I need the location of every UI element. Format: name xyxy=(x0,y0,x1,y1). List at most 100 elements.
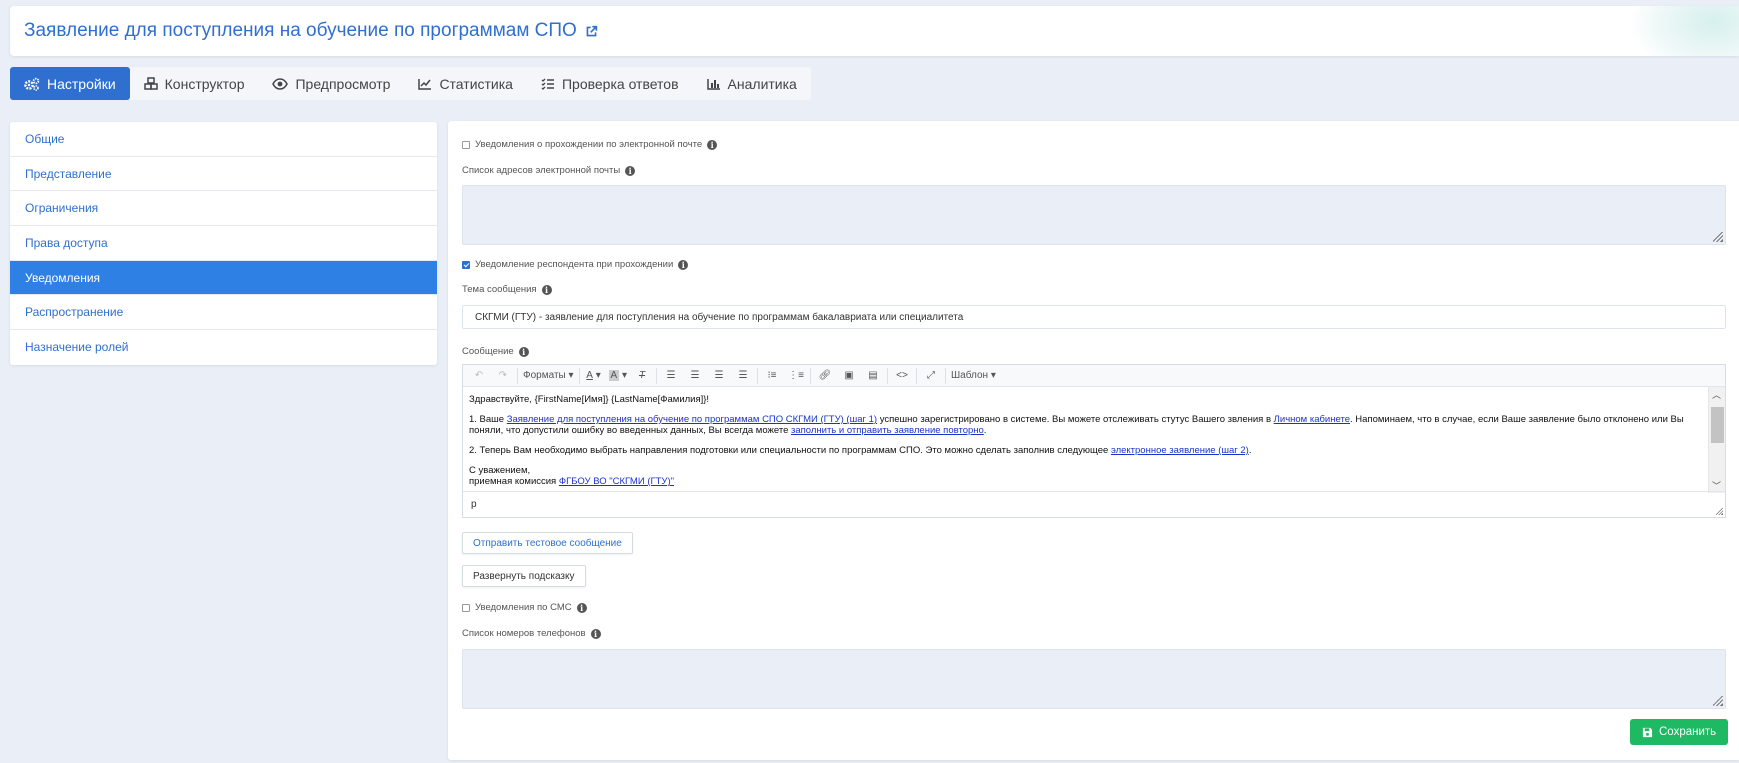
redo-icon[interactable]: ↷ xyxy=(491,365,515,387)
toolbar-separator xyxy=(916,367,918,384)
sidebar-item-role-assignment[interactable]: Назначение ролей xyxy=(10,330,437,365)
email-list-label-row: Список адресов электронной почты i xyxy=(462,165,636,176)
sidebar-item-access-rights[interactable]: Права доступа xyxy=(10,226,437,261)
info-icon[interactable]: i xyxy=(576,602,587,613)
fullscreen-icon[interactable]: ⤢ xyxy=(919,365,943,387)
eye-icon xyxy=(272,77,289,90)
info-icon[interactable]: i xyxy=(625,165,636,176)
message-paragraph-1: 1. Ваше Заявление для поступления на обу… xyxy=(469,414,1707,436)
link-icon[interactable]: 🔗︎ xyxy=(813,365,837,387)
clear-format-icon[interactable]: T xyxy=(630,365,654,387)
editor-scrollbar[interactable]: ︿ ﹀ xyxy=(1708,387,1725,493)
scrollbar-thumb[interactable] xyxy=(1711,407,1724,443)
tab-statistics[interactable]: Статистика xyxy=(404,67,527,100)
send-test-message-button[interactable]: Отправить тестовое сообщение xyxy=(462,532,633,554)
toolbar-separator xyxy=(757,367,759,384)
formats-dropdown[interactable]: Форматы ▾ xyxy=(520,365,577,387)
info-icon[interactable]: i xyxy=(541,284,552,295)
tab-label: Аналитика xyxy=(727,75,797,92)
tab-preview[interactable]: Предпросмотр xyxy=(258,67,404,100)
info-icon[interactable]: i xyxy=(707,139,718,150)
info-icon[interactable]: i xyxy=(590,628,601,639)
tab-settings[interactable]: Настройки xyxy=(10,67,130,100)
toolbar-separator xyxy=(887,367,889,384)
sidebar-item-general[interactable]: Общие xyxy=(10,122,437,157)
text-span: . xyxy=(1248,445,1252,456)
message-label: Сообщение xyxy=(462,346,514,357)
email-list-textarea[interactable] xyxy=(462,185,1726,245)
tab-answer-check[interactable]: Проверка ответов xyxy=(527,67,693,100)
floppy-disk-icon xyxy=(1642,727,1653,737)
text-span: 2. Теперь Вам необходимо выбрать направл… xyxy=(469,445,1111,456)
sidebar-item-distribution[interactable]: Распространение xyxy=(10,295,437,331)
sms-notify-checkbox[interactable] xyxy=(462,603,470,612)
tab-label: Проверка ответов xyxy=(561,75,679,92)
resubmit-link[interactable]: заполнить и отправить заявление повторно xyxy=(791,425,984,436)
numbered-list-icon[interactable]: ⋮≡ xyxy=(784,365,808,387)
template-label: Шаблон xyxy=(951,370,989,381)
element-path[interactable]: p xyxy=(471,499,477,510)
external-link-icon[interactable] xyxy=(585,25,598,38)
info-icon[interactable]: i xyxy=(518,346,529,357)
bullet-list-icon[interactable]: ⁝≡ xyxy=(760,365,784,387)
align-justify-icon[interactable]: ☰ xyxy=(731,365,755,387)
save-button[interactable]: Сохранить xyxy=(1630,719,1729,745)
respondent-notify-checkbox[interactable] xyxy=(462,260,470,269)
resize-handle[interactable] xyxy=(1713,232,1723,242)
notifications-panel: Уведомления о прохождении по электронной… xyxy=(448,121,1739,760)
sidebar-item-restrictions[interactable]: Ограничения xyxy=(10,191,437,227)
email-list-label: Список адресов электронной почты xyxy=(462,165,621,176)
header-decoration xyxy=(1629,6,1739,56)
template-dropdown[interactable]: Шаблон ▾ xyxy=(948,365,999,387)
line-chart-icon xyxy=(418,78,432,90)
sidebar-item-notifications[interactable]: Уведомления xyxy=(10,260,437,296)
editor-content[interactable]: Здравствуйте, {FirstName[Имя]} {LastName… xyxy=(463,387,1725,493)
code-icon[interactable]: <> xyxy=(890,365,914,387)
tab-label: Предпросмотр xyxy=(295,75,391,92)
background-color-icon[interactable]: A ▾ xyxy=(606,365,630,387)
align-right-icon[interactable]: ☰ xyxy=(707,365,731,387)
email-notify-checkbox[interactable] xyxy=(462,140,470,149)
respondent-notify-row: Уведомление респондента при прохождении … xyxy=(462,259,689,270)
page-title[interactable]: Заявление для поступления на обучение по… xyxy=(24,20,598,42)
tab-constructor[interactable]: Конструктор xyxy=(130,67,259,100)
expand-hint-button[interactable]: Развернуть подсказку xyxy=(462,565,586,587)
info-icon[interactable]: i xyxy=(678,259,689,270)
text-color-icon[interactable]: A ▾ xyxy=(582,365,606,387)
tab-analytics[interactable]: Аналитика xyxy=(693,67,811,100)
media-icon[interactable]: ▤ xyxy=(861,365,885,387)
subject-input[interactable]: СКГМИ (ГТУ) - заявление для поступления … xyxy=(462,305,1726,329)
text-span: . xyxy=(983,425,987,436)
tab-label: Конструктор xyxy=(164,75,245,92)
subject-label: Тема сообщения xyxy=(462,284,537,295)
align-left-icon[interactable]: ☰ xyxy=(659,365,683,387)
align-center-icon[interactable]: ☰ xyxy=(683,365,707,387)
undo-icon[interactable]: ↶ xyxy=(467,365,491,387)
image-icon[interactable]: ▣ xyxy=(837,365,861,387)
toolbar-separator xyxy=(945,367,947,384)
institution-link[interactable]: ФГБОУ ВО "СКГМИ (ГТУ)" xyxy=(559,476,674,487)
text-span: приемная комиссия xyxy=(469,476,559,487)
email-notify-row: Уведомления о прохождении по электронной… xyxy=(462,139,718,150)
application-step2-link[interactable]: электронное заявление (шаг 2) xyxy=(1111,445,1249,456)
application-step1-link[interactable]: Заявление для поступления на обучение по… xyxy=(507,414,877,425)
resize-handle[interactable] xyxy=(1713,696,1723,706)
scroll-up-icon[interactable]: ︿ xyxy=(1712,388,1721,401)
save-label: Сохранить xyxy=(1659,726,1717,738)
page-header: Заявление для поступления на обучение по… xyxy=(10,6,1739,56)
editor-statusbar: p xyxy=(463,491,1725,517)
tab-label: Настройки xyxy=(47,75,116,92)
subject-label-row: Тема сообщения i xyxy=(462,284,552,295)
message-editor: ↶ ↷ Форматы ▾ A ▾ A ▾ T ☰ ☰ ☰ ☰ ⁝≡ ⋮≡ 🔗︎… xyxy=(462,364,1726,518)
formats-label: Форматы xyxy=(523,370,566,381)
page-title-text: Заявление для поступления на обучение по… xyxy=(24,20,577,41)
settings-sidebar: Общие Представление Ограничения Права до… xyxy=(10,122,437,365)
resize-handle[interactable] xyxy=(1716,508,1723,515)
sidebar-item-presentation[interactable]: Представление xyxy=(10,157,437,192)
message-label-row: Сообщение i xyxy=(462,346,529,357)
personal-account-link[interactable]: Личном кабинете xyxy=(1274,414,1350,425)
tab-label: Статистика xyxy=(439,75,513,92)
phones-label: Список номеров телефонов xyxy=(462,628,586,639)
phones-textarea[interactable] xyxy=(462,649,1726,709)
cubes-icon xyxy=(143,76,158,90)
